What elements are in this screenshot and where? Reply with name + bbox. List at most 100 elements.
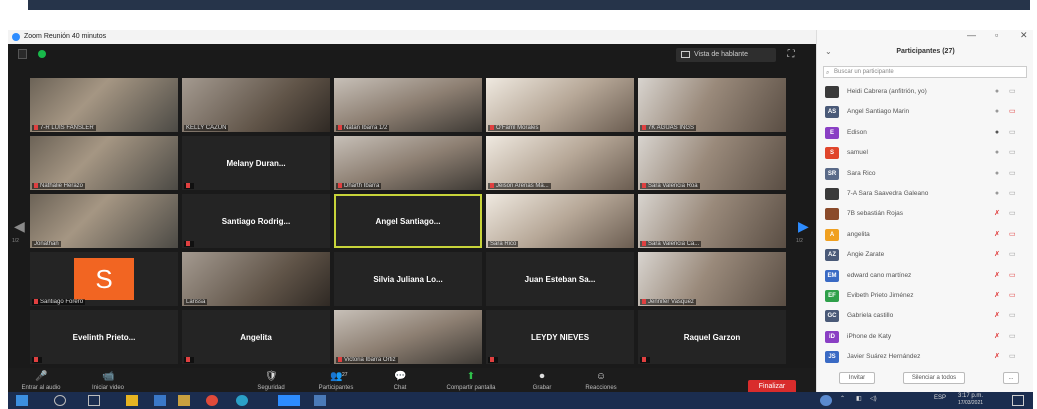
- maximize-icon[interactable]: ▫: [995, 30, 998, 40]
- muted-mic-icon[interactable]: ✗: [993, 292, 1001, 300]
- fullscreen-icon[interactable]: ⛶: [784, 48, 798, 62]
- task-view-icon[interactable]: [88, 395, 100, 406]
- participant-video-tile[interactable]: Juan Esteban Sa...: [486, 252, 634, 306]
- muted-mic-icon[interactable]: ✗: [993, 251, 1001, 259]
- participant-video-tile[interactable]: Sara Rico: [486, 194, 634, 248]
- participant-video-tile[interactable]: Angelita: [182, 310, 330, 364]
- folder-icon[interactable]: [178, 395, 190, 406]
- participant-row[interactable]: Ssamuel ● ▭: [823, 143, 1029, 163]
- participant-video-tile[interactable]: S Santiago Forero: [30, 252, 178, 306]
- participant-video-tile[interactable]: Silvia Juliana Lo...: [334, 252, 482, 306]
- video-camera-icon[interactable]: ▭: [1009, 170, 1021, 178]
- video-camera-icon[interactable]: ▭: [1009, 149, 1021, 157]
- participant-row[interactable]: 7-A Sara Saavedra Galeano ● ▭: [823, 184, 1029, 204]
- close-icon[interactable]: ✕: [1020, 30, 1028, 41]
- participant-video-tile[interactable]: Victoria Ibarra Ortiz: [334, 310, 482, 364]
- participant-video-tile[interactable]: Santiago Rodrig...: [182, 194, 330, 248]
- microphone-icon[interactable]: ●: [993, 129, 1001, 137]
- more-options-button[interactable]: ...: [1003, 372, 1019, 384]
- notifications-icon[interactable]: [1012, 395, 1024, 406]
- participant-row[interactable]: E Edison ● ▭: [823, 123, 1029, 143]
- microphone-icon[interactable]: ●: [993, 108, 1001, 116]
- windows-start-icon[interactable]: [16, 395, 28, 406]
- participant-video-tile[interactable]: Sara Valencia Roa: [638, 136, 786, 190]
- participant-avatar: [825, 208, 839, 221]
- tray-app-icon[interactable]: [820, 395, 832, 406]
- clock-date[interactable]: 17/03/2021: [958, 400, 983, 406]
- store-icon[interactable]: [154, 395, 166, 406]
- video-off-icon[interactable]: ▭: [1009, 231, 1021, 239]
- muted-mic-icon[interactable]: ✗: [993, 210, 1001, 218]
- microphone-icon[interactable]: ●: [993, 149, 1001, 157]
- zoom-taskbar-icon[interactable]: [278, 395, 300, 406]
- mute-all-button[interactable]: Silenciar a todos: [903, 372, 965, 384]
- muted-mic-icon[interactable]: ✗: [993, 333, 1001, 341]
- participant-video-tile[interactable]: Jonathan: [30, 194, 178, 248]
- search-taskbar-icon[interactable]: [54, 395, 66, 406]
- participant-video-tile[interactable]: Jennifer Vasquez: [638, 252, 786, 306]
- video-off-icon[interactable]: ▭: [1009, 108, 1021, 116]
- file-explorer-icon[interactable]: [126, 395, 138, 406]
- video-off-icon[interactable]: ▭: [1009, 292, 1021, 300]
- tray-chevron-icon[interactable]: ⌃: [840, 395, 845, 402]
- muted-mic-icon[interactable]: ✗: [993, 353, 1001, 361]
- participant-video-tile[interactable]: KELLY CAZUN: [182, 78, 330, 132]
- microphone-icon[interactable]: ●: [993, 88, 1001, 96]
- encryption-indicator-icon[interactable]: [38, 50, 46, 58]
- volume-icon[interactable]: ◁): [870, 395, 877, 402]
- next-page-icon[interactable]: ▶: [798, 218, 809, 234]
- title-bar: Zoom Reunión 40 minutos: [8, 30, 816, 44]
- participant-video-tile[interactable]: Jeison Arenas Ma...: [486, 136, 634, 190]
- participant-row[interactable]: JS Javier Suárez Hernández ✗ ▭: [823, 347, 1029, 367]
- participant-video-tile[interactable]: Dharth Ibarra: [334, 136, 482, 190]
- participant-video-tile[interactable]: Raquel Garzon: [638, 310, 786, 364]
- video-camera-icon[interactable]: ▭: [1009, 210, 1021, 218]
- participant-video-tile[interactable]: Evelinth Prieto...: [30, 310, 178, 364]
- participant-video-tile[interactable]: Sara Valencia Ca...: [638, 194, 786, 248]
- participant-row[interactable]: GC Gabriela castillo ✗ ▭: [823, 306, 1029, 326]
- participant-row[interactable]: AS Angel Santiago Marin ● ▭: [823, 102, 1029, 122]
- chrome-icon[interactable]: [206, 395, 218, 406]
- muted-mic-icon[interactable]: ✗: [993, 231, 1001, 239]
- clock-time[interactable]: 3:17 p.m.: [958, 393, 983, 399]
- participant-row[interactable]: 7B sebastián Rojas ✗ ▭: [823, 204, 1029, 224]
- video-off-icon[interactable]: ▭: [1009, 272, 1021, 280]
- participant-row[interactable]: SR Sara Rico ● ▭: [823, 164, 1029, 184]
- video-camera-icon[interactable]: ▭: [1009, 129, 1021, 137]
- participant-row[interactable]: AZ Angie Zarate ✗ ▭: [823, 245, 1029, 265]
- participant-video-tile[interactable]: Melany Duran...: [182, 136, 330, 190]
- participant-video-tile[interactable]: 7-R LUIS FANSLER: [30, 78, 178, 132]
- language-indicator[interactable]: ESP: [934, 395, 946, 401]
- microphone-icon[interactable]: ●: [993, 170, 1001, 178]
- participant-video-tile[interactable]: Nathalie Herazo: [30, 136, 178, 190]
- video-camera-icon[interactable]: ▭: [1009, 190, 1021, 198]
- video-camera-icon[interactable]: ▭: [1009, 333, 1021, 341]
- participant-video-tile[interactable]: O'Farril Morales: [486, 78, 634, 132]
- invite-button[interactable]: Invitar: [839, 372, 875, 384]
- view-toggle-button[interactable]: Vista de hablante: [676, 48, 776, 62]
- participant-row[interactable]: Aangelita ✗ ▭: [823, 225, 1029, 245]
- muted-mic-icon[interactable]: ✗: [993, 312, 1001, 320]
- participant-row[interactable]: EF Evibeth Prieto Jiménez ✗ ▭: [823, 286, 1029, 306]
- security-shield-icon[interactable]: [18, 49, 27, 59]
- participant-row[interactable]: Heidi Cabrera (anfitrión, yo) ● ▭: [823, 82, 1029, 102]
- participant-video-tile[interactable]: Natan Ibarra 1/2: [334, 78, 482, 132]
- participant-video-tile[interactable]: LEYDY NIEVES: [486, 310, 634, 364]
- participant-row[interactable]: iD iPhone de Katy ✗ ▭: [823, 327, 1029, 347]
- video-camera-icon[interactable]: ▭: [1009, 312, 1021, 320]
- prev-page-icon[interactable]: ◀: [14, 218, 25, 234]
- participant-video-tile[interactable]: Angel Santiago...: [334, 194, 482, 248]
- participant-video-tile[interactable]: 7K AGUAS INGS: [638, 78, 786, 132]
- app-taskbar-icon[interactable]: [314, 395, 326, 406]
- video-camera-icon[interactable]: ▭: [1009, 353, 1021, 361]
- muted-mic-icon[interactable]: ✗: [993, 272, 1001, 280]
- minimize-icon[interactable]: —: [967, 30, 976, 40]
- edge-icon[interactable]: [236, 395, 248, 406]
- participant-row[interactable]: EM edward cano martínez ✗ ▭: [823, 266, 1029, 286]
- video-camera-icon[interactable]: ▭: [1009, 251, 1021, 259]
- network-icon[interactable]: ◧: [856, 395, 862, 402]
- participant-search-input[interactable]: ⌕ Buscar un participante: [823, 66, 1027, 78]
- microphone-icon[interactable]: ●: [993, 190, 1001, 198]
- video-camera-icon[interactable]: ▭: [1009, 88, 1021, 96]
- participant-video-tile[interactable]: Larissa: [182, 252, 330, 306]
